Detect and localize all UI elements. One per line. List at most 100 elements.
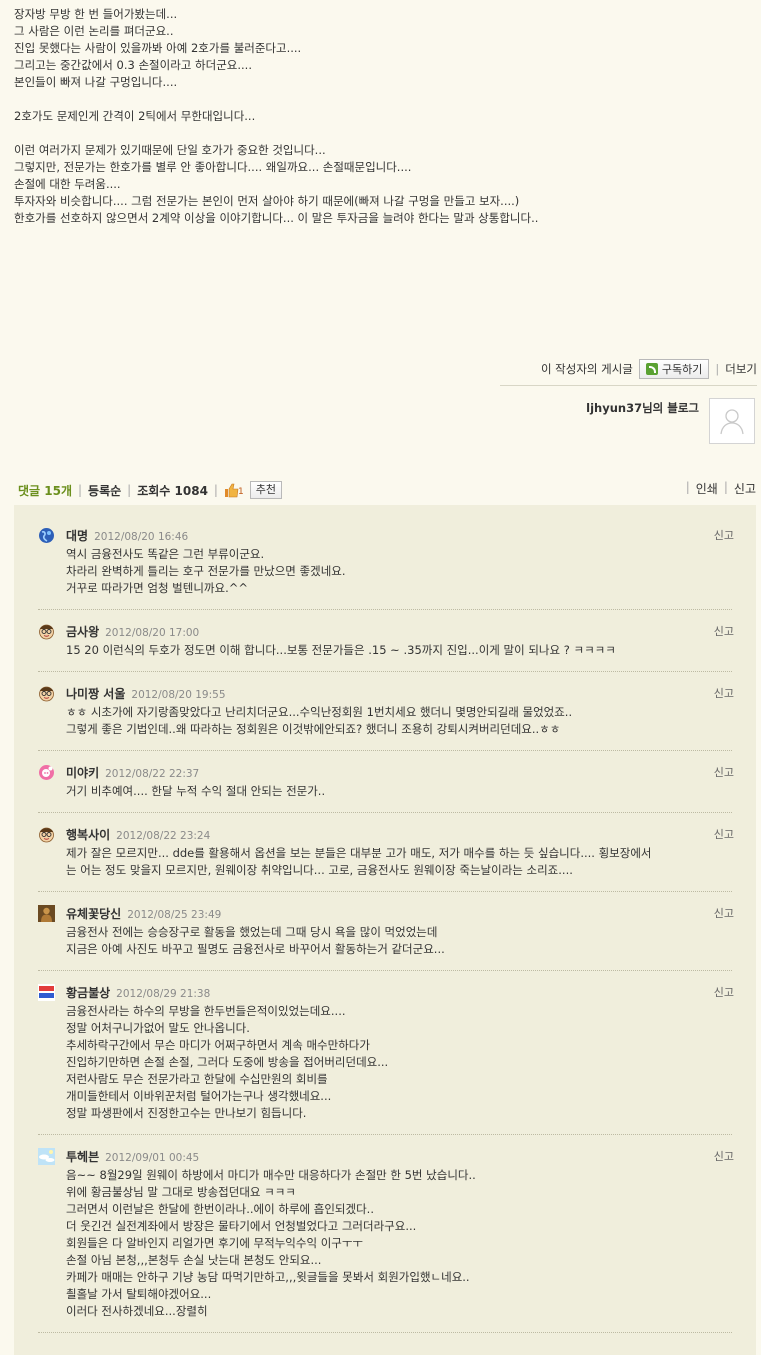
text-logo-icon [38,984,55,1001]
post-body: 장자방 무방 한 번 들어가봤는데... 그 사람은 이런 논리를 펴더군요..… [14,6,754,227]
comment-divider [38,750,732,751]
author-posts-link[interactable]: 이 작성자의 게시글 [541,361,633,377]
comment-divider [38,671,732,672]
comment-body: 거기 비추예여.... 한달 누적 수익 절대 안되는 전문가.. [66,783,736,800]
post-line: 장자방 무방 한 번 들어가봤는데... [14,7,178,21]
divider: | [78,483,83,497]
comment-report-link[interactable]: 신고 [714,984,734,1000]
subscribe-label: 구독하기 [661,363,703,376]
comment-body: 제가 잘은 모르지만... dde를 활용해서 옵션을 보는 분들은 대부분 고… [66,845,736,879]
post-paragraph-2: 2호가도 문제인게 간격이 2틱에서 무한대입니다... [14,108,754,125]
comment-line: 그렇게 좋은 기법인데..왜 따라하는 정회원은 이것밖에안되죠? 했더니 조용… [66,722,561,736]
comment-body: 금융전사 전에는 승승장구로 활동을 했었는데 그때 당시 욕을 많이 먹었었는… [66,924,736,958]
post-line: 본인들이 빠져 나갈 구멍입니다.... [14,75,178,89]
comment-stats-bar: 댓글 15개 | 등록순 | 조회수 1084 | 1 추천 [18,481,282,499]
divider: | [213,483,218,497]
divider: | [127,483,132,497]
post-paragraph-3: 이런 여러가지 문제가 있기때문에 단일 호가가 중요한 것입니다... 그렇지… [14,142,754,227]
comment-line: 지금은 아예 사진도 바꾸고 필명도 금융전사로 바꾸어서 활동하는거 같더군요… [66,942,445,956]
thumbs-up-icon [224,483,240,498]
blog-name-link[interactable]: ljhyun37님의 블로그 [586,400,699,416]
post-line: 이런 여러가지 문제가 있기때문에 단일 호가가 중요한 것입니다... [14,143,326,157]
comment-date: 2012/08/20 16:46 [94,531,189,543]
comment-date: 2012/08/22 22:37 [105,768,200,780]
post-line: 한호가를 선호하지 않으면서 2계약 이상을 이야기합니다... 이 말은 투자… [14,211,539,225]
comment-body: 역시 금융전사도 똑같은 그런 부류이군요. 차라리 완벽하게 틀리는 호구 전… [66,546,736,597]
post-line: 2호가도 문제인게 간격이 2틱에서 무한대입니다... [14,109,256,123]
comment-divider [38,1134,732,1135]
view-count: 조회수 1084 [137,483,208,498]
comment-body: 음~~ 8월29일 원웨이 하방에서 마디가 매수만 대응하다가 손절만 한 5… [66,1167,736,1320]
comment-line: ㅎㅎ 시초가에 자기랑좀맞았다고 난리치더군요...수익난정회원 1번치세요 했… [66,705,573,719]
comment-line: 회원들은 다 알바인지 리얼가면 후기에 무적누익수익 이구ㅜㅜ [66,1236,364,1250]
comment-date: 2012/08/25 23:49 [127,909,222,921]
comment-author[interactable]: 금사왕 2012/08/20 17:00 [66,623,199,640]
report-link[interactable]: 신고 [734,480,756,497]
comment-report-link[interactable]: 신고 [714,826,734,842]
post-tools: | 인쇄 | 신고 [686,480,756,497]
comment-report-link[interactable]: 신고 [714,764,734,780]
comment-line: 금융전사 전에는 승승장구로 활동을 했었는데 그때 당시 욕을 많이 먹었었는… [66,925,438,939]
comment-author[interactable]: 대명 2012/08/20 16:46 [66,527,188,544]
more-link[interactable]: 더보기 [725,361,757,377]
post-line: 손절에 대한 두려움.... [14,177,121,191]
comment-line: 15 20 이런식의 두호가 정도면 이해 합니다...보통 전문가들은 .15… [66,643,616,657]
comment-divider [38,970,732,971]
divider: | [715,362,720,376]
post-line: 진입 못했다는 사람이 있을까봐 아예 2호가를 불러준다고.... [14,41,302,55]
comment-author[interactable]: 나미짱 서울 2012/08/20 19:55 [66,685,226,702]
comment-line: 카페가 매매는 안하구 기냥 농담 따먹기만하고,,,윗글들을 못봐서 회원가입… [66,1270,470,1284]
recommend-button[interactable]: 추천 [249,481,282,499]
comment-report-link[interactable]: 신고 [714,527,734,543]
comment-date: 2012/08/20 17:00 [105,627,200,639]
comment-body: 금융전사라는 하수의 무방을 한두번들은적이있었는데요.... 정말 어처구니가… [66,1003,736,1122]
sky-photo-icon [38,1148,55,1165]
statue-icon [38,905,55,922]
comment-line: 추세하락구간에서 무슨 마디가 어쩌구하면서 계속 매수만하다가 [66,1038,370,1052]
comment-author[interactable]: 투헤븐 2012/09/01 00:45 [66,1148,199,1165]
sort-order-link[interactable]: 등록순 [88,482,121,499]
subscribe-button[interactable]: 구독하기 [638,359,710,379]
comment-author[interactable]: 유체꽃당신 2012/08/25 23:49 [66,905,221,922]
comment-line: 금융전사라는 하수의 무방을 한두번들은적이있었는데요.... [66,1004,346,1018]
glasses-face-icon [39,624,54,640]
comment-report-link[interactable]: 신고 [714,1148,734,1164]
comment-body: 15 20 이런식의 두호가 정도면 이해 합니다...보통 전문가들은 .15… [66,642,736,659]
default-user-icon [720,409,744,435]
comment-author[interactable]: 황금불상 2012/08/29 21:38 [66,984,210,1001]
comment-count-link[interactable]: 댓글 15개 [18,482,72,499]
comment-report-link[interactable]: 신고 [714,623,734,639]
comment-line: 위에 황금불상님 말 그대로 방송접던대요 ㅋㅋㅋ [66,1185,296,1199]
post-line: 그 사람은 이런 논리를 펴더군요.. [14,24,174,38]
comment-line: 는 어는 정도 맞을지 모르지만, 원웨이장 취약입니다... 고로, 금융전사… [66,863,573,877]
comment-author[interactable]: 미야키 2012/08/22 22:37 [66,764,199,781]
glasses-face-icon [39,686,54,702]
comment-line: 쵤홀날 가서 탈퇴해야겠어요... [66,1287,212,1301]
comment-author[interactable]: 행복사이 2012/08/22 23:24 [66,826,210,843]
comment-line: 정말 어처구니가없어 말도 안나옵니다. [66,1021,250,1035]
avatar[interactable] [709,398,755,444]
comment-body: ㅎㅎ 시초가에 자기랑좀맞았다고 난리치더군요...수익난정회원 1번치세요 했… [66,704,736,738]
comment-line: 손절 아님 본청,,,본청두 손실 낫는대 본청도 안되요... [66,1253,322,1267]
comment-divider [38,609,732,610]
comment-date: 2012/08/29 21:38 [116,988,211,1000]
comment-line: 이러다 전사하겠네요...장렬히 [66,1304,208,1318]
divider: | [723,480,728,494]
comment-divider [38,891,732,892]
author-bar: 이 작성자의 게시글 구독하기 | 더보기 [541,359,757,379]
globe-icon [39,528,54,543]
comment-line: 차라리 완벽하게 틀리는 호구 전문가를 만났으면 좋겠네요. [66,564,346,578]
comment-line: 정말 파생판에서 진정한고수는 만나보기 힘듭니다. [66,1106,307,1120]
comment-date: 2012/09/01 00:45 [105,1152,200,1164]
print-link[interactable]: 인쇄 [696,480,718,497]
comment-line: 역시 금융전사도 똑같은 그런 부류이군요. [66,547,265,561]
glasses-face-icon [39,827,54,843]
comment-line: 음~~ 8월29일 원웨이 하방에서 마디가 매수만 대응하다가 손절만 한 5… [66,1168,476,1182]
comment-line: 더 웃긴건 실전계좌에서 방장은 물타기에서 언청벌었다고 그러더라구요... [66,1219,417,1233]
rss-icon [645,363,658,375]
comment-report-link[interactable]: 신고 [714,905,734,921]
divider: | [685,480,690,494]
comment-divider [38,812,732,813]
comment-divider [38,1332,732,1333]
comment-report-link[interactable]: 신고 [714,685,734,701]
